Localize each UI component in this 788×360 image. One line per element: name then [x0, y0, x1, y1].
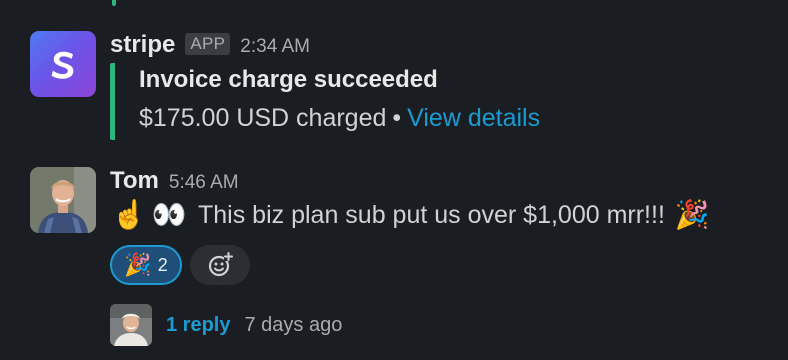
sender-name[interactable]: Tom	[110, 167, 159, 195]
reaction-party-popper[interactable]: 🎉 2	[110, 245, 182, 285]
user-photo-icon	[30, 167, 96, 233]
party-popper-emoji-icon: 🎉	[124, 252, 152, 277]
message-body: ☝️ 👀 This biz plan sub put us over $1,00…	[111, 198, 710, 232]
reaction-count: 2	[157, 254, 168, 275]
reply-avatar	[110, 304, 152, 346]
tom-avatar[interactable]	[30, 167, 96, 233]
timestamp[interactable]: 5:46 AM	[169, 172, 239, 194]
eyes-emoji-icon: 👀	[151, 199, 187, 230]
reactions-bar: 🎉 2	[110, 245, 250, 285]
point-up-emoji-icon: ☝️	[111, 199, 147, 230]
add-reaction-icon	[208, 252, 233, 277]
thread-summary[interactable]: 1 reply 7 days ago	[110, 304, 342, 346]
party-popper-emoji-icon: 🎉	[674, 199, 710, 230]
last-reply-time: 7 days ago	[244, 313, 343, 336]
message-header: Tom 5:46 AM	[110, 167, 239, 195]
user-photo-icon	[110, 304, 152, 346]
reply-count-link[interactable]: 1 reply	[166, 314, 230, 337]
add-reaction-button[interactable]	[190, 245, 250, 285]
message-tom: Tom 5:46 AM ☝️ 👀 This biz plan sub put u…	[0, 0, 788, 360]
message-text: This biz plan sub put us over $1,000 mrr…	[198, 201, 665, 229]
